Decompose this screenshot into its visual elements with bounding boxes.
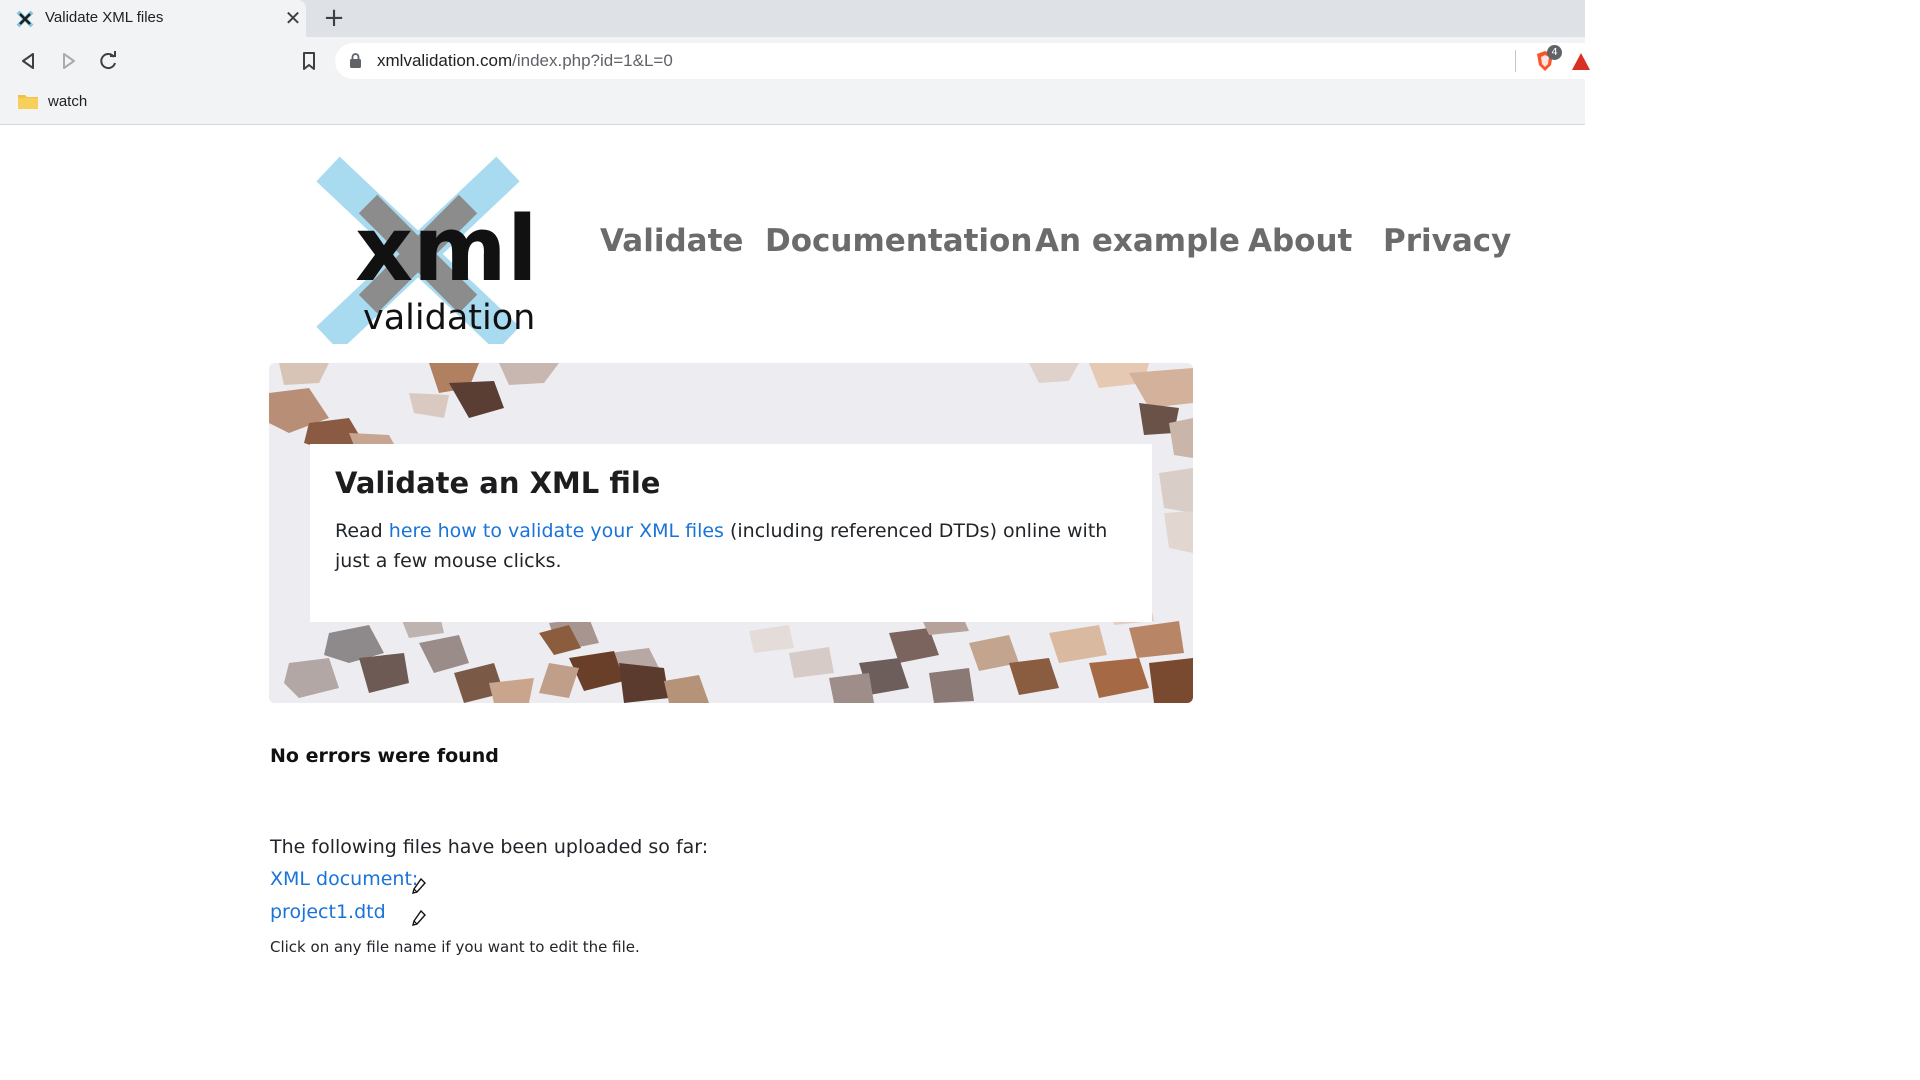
uploaded-files-intro: The following files have been uploaded s… (270, 836, 709, 858)
url-host: xmlvalidation.com (377, 51, 513, 70)
edit-hint: Click on any file name if you want to ed… (270, 938, 640, 956)
bookmarks-bar: watch (0, 87, 1585, 117)
browser-tab[interactable]: Validate XML files ✕ (0, 0, 306, 37)
extension-warning-icon[interactable] (1572, 53, 1590, 70)
edit-icon[interactable] (412, 878, 426, 894)
bookmark-label: watch (48, 93, 88, 110)
page-content: xml validation Validate Documentation An… (0, 125, 1585, 1080)
edit-icon[interactable] (412, 910, 426, 926)
back-icon[interactable] (14, 47, 42, 75)
intro-text: Read here how to validate your XML files… (335, 516, 1135, 576)
nav-validate[interactable]: Validate (600, 223, 743, 259)
bookmark-icon[interactable] (295, 47, 323, 75)
url-path: /index.php?id=1&L=0 (512, 51, 673, 70)
file-link-xml-document[interactable]: XML document: (270, 868, 418, 890)
intro-text-before: Read (335, 520, 389, 542)
nav-an-example[interactable]: An example (1035, 223, 1240, 259)
lock-icon (350, 53, 361, 68)
close-tab-icon[interactable]: ✕ (283, 7, 303, 29)
address-bar[interactable]: xmlvalidation.com/index.php?id=1&L=0 4 (335, 43, 1590, 79)
nav-privacy[interactable]: Privacy (1383, 223, 1511, 259)
logo-secondary-text: validation (363, 298, 535, 338)
browser-toolbar: xmlvalidation.com/index.php?id=1&L=0 4 (0, 37, 1590, 87)
intro-card: Validate an XML file Read here how to va… (310, 444, 1152, 622)
page-title: Validate an XML file (335, 466, 661, 500)
shields-count-badge: 4 (1547, 45, 1562, 60)
file-link-project1-dtd[interactable]: project1.dtd (270, 901, 386, 923)
nav-documentation[interactable]: Documentation (765, 223, 1032, 259)
url-text: xmlvalidation.com/index.php?id=1&L=0 (377, 51, 673, 71)
validation-status: No errors were found (270, 745, 499, 767)
logo-primary-text: xml (355, 197, 538, 302)
xml-validation-logo[interactable]: xml validation (293, 144, 543, 344)
xml-favicon-icon (16, 10, 34, 28)
reload-icon[interactable] (94, 47, 122, 75)
new-tab-button[interactable]: + (320, 4, 348, 32)
tab-strip: Validate XML files ✕ + (0, 0, 1585, 37)
folder-icon (18, 95, 38, 109)
forward-icon[interactable] (54, 47, 82, 75)
omnibox-divider (1515, 50, 1516, 72)
browser-chrome: Validate XML files ✕ + xmlvalidation.com… (0, 0, 1590, 125)
tab-title: Validate XML files (45, 9, 164, 26)
nav-about[interactable]: About (1248, 223, 1352, 259)
how-to-validate-link[interactable]: here how to validate your XML files (389, 520, 724, 542)
